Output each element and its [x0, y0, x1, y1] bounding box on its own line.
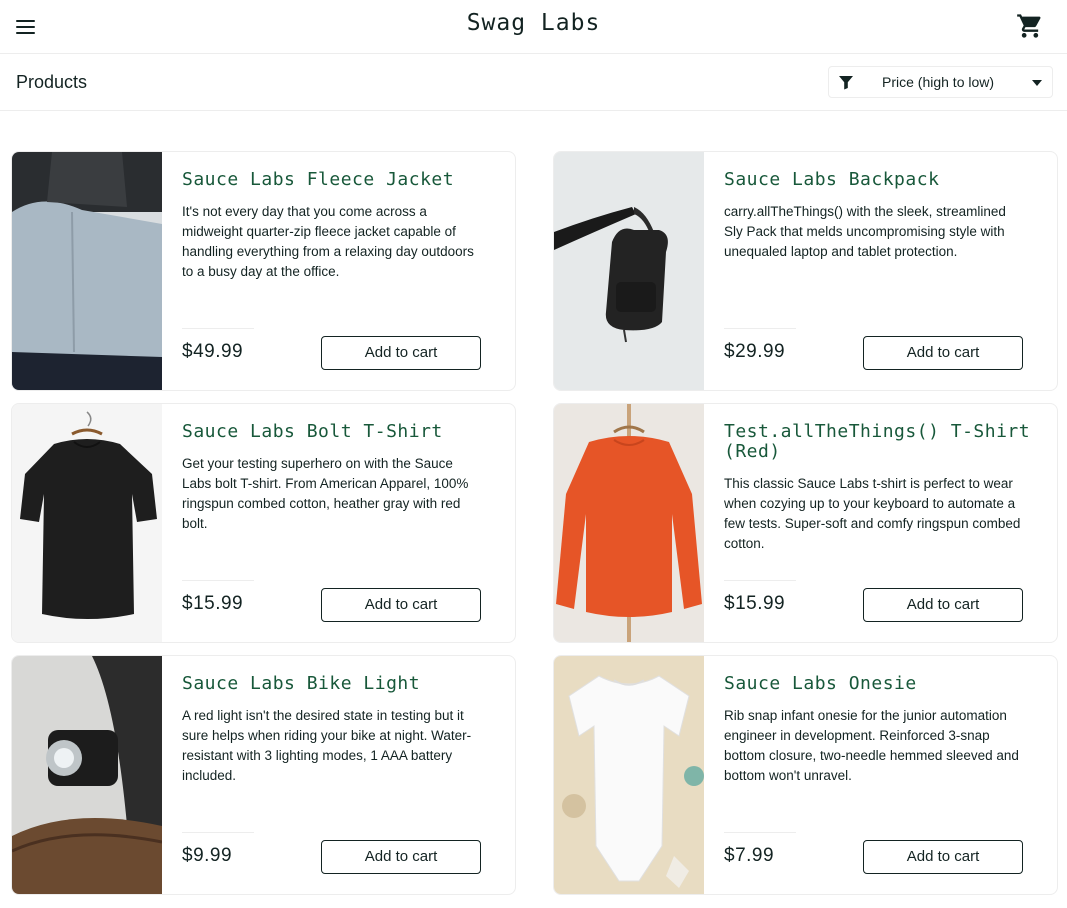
item-description: It's not every day that you come across … — [182, 204, 474, 279]
item-description: Get your testing superhero on with the S… — [182, 456, 469, 531]
onesie-image[interactable] — [554, 656, 704, 894]
bike-light-image[interactable] — [12, 656, 162, 894]
divider — [724, 832, 796, 833]
shopping-cart-icon[interactable] — [1016, 12, 1044, 40]
item-name-link[interactable]: Sauce Labs Onesie — [724, 674, 1044, 694]
item-description: carry.allTheThings() with the sleek, str… — [724, 204, 1006, 259]
secondary-header: Products Price (high to low) — [0, 54, 1067, 111]
inventory-item: Test.allTheThings() T-Shirt (Red) This c… — [553, 403, 1058, 643]
item-description: A red light isn't the desired state in t… — [182, 708, 472, 783]
divider — [182, 832, 254, 833]
add-to-cart-button[interactable]: Add to cart — [321, 336, 481, 370]
fleece-jacket-image[interactable] — [12, 152, 162, 390]
item-details: Sauce Labs Fleece Jacket It's not every … — [182, 152, 507, 390]
divider — [182, 328, 254, 329]
chevron-down-icon — [1032, 80, 1042, 86]
item-price: $29.99 — [724, 341, 786, 362]
page-title: Products — [16, 72, 88, 92]
sort-dropdown[interactable]: Price (high to low) — [828, 66, 1053, 98]
black-tshirt-image[interactable] — [12, 404, 162, 642]
add-to-cart-button[interactable]: Add to cart — [863, 336, 1023, 370]
item-name-link[interactable]: Test.allTheThings() T-Shirt (Red) — [724, 422, 1044, 462]
backpack-image[interactable] — [554, 152, 704, 390]
item-details: Sauce Labs Backpack carry.allTheThings()… — [724, 152, 1049, 390]
add-to-cart-button[interactable]: Add to cart — [321, 588, 481, 622]
item-price: $9.99 — [182, 845, 233, 866]
item-name-link[interactable]: Sauce Labs Backpack — [724, 170, 1044, 190]
inventory-item: Sauce Labs Bike Light A red light isn't … — [11, 655, 516, 895]
app-logo: Swag Labs — [466, 10, 601, 36]
item-price: $7.99 — [724, 845, 775, 866]
item-details: Sauce Labs Bike Light A red light isn't … — [182, 656, 507, 894]
primary-header: Swag Labs — [0, 0, 1067, 54]
item-name-link[interactable]: Sauce Labs Bike Light — [182, 674, 502, 694]
filter-icon — [838, 74, 854, 90]
add-to-cart-button[interactable]: Add to cart — [321, 840, 481, 874]
item-description: Rib snap infant onesie for the junior au… — [724, 708, 1019, 783]
item-description: This classic Sauce Labs t-shirt is perfe… — [724, 476, 1021, 551]
divider — [724, 328, 796, 329]
sort-selected-label: Price (high to low) — [882, 74, 995, 90]
item-details: Sauce Labs Onesie Rib snap infant onesie… — [724, 656, 1049, 894]
inventory-item: Sauce Labs Onesie Rib snap infant onesie… — [553, 655, 1058, 895]
add-to-cart-button[interactable]: Add to cart — [863, 840, 1023, 874]
inventory-item: Sauce Labs Bolt T-Shirt Get your testing… — [11, 403, 516, 643]
inventory-item: Sauce Labs Backpack carry.allTheThings()… — [553, 151, 1058, 391]
item-price: $15.99 — [182, 593, 244, 614]
red-sweater-image[interactable] — [554, 404, 704, 642]
item-price: $49.99 — [182, 341, 244, 362]
item-name-link[interactable]: Sauce Labs Fleece Jacket — [182, 170, 502, 190]
inventory-item: Sauce Labs Fleece Jacket It's not every … — [11, 151, 516, 391]
item-details: Sauce Labs Bolt T-Shirt Get your testing… — [182, 404, 507, 642]
divider — [182, 580, 254, 581]
add-to-cart-button[interactable]: Add to cart — [863, 588, 1023, 622]
divider — [724, 580, 796, 581]
item-details: Test.allTheThings() T-Shirt (Red) This c… — [724, 404, 1049, 642]
item-price: $15.99 — [724, 593, 786, 614]
item-name-link[interactable]: Sauce Labs Bolt T-Shirt — [182, 422, 502, 442]
